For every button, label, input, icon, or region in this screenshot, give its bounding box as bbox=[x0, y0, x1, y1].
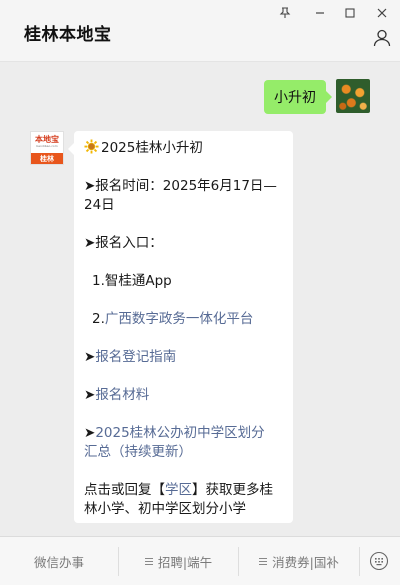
logo-domain: bendibao.com bbox=[36, 144, 58, 148]
incoming-message: 2025桂林小升初 ➤报名时间：2025年6月17日—24日 ➤报名入口： 1.… bbox=[68, 131, 293, 523]
official-account-avatar[interactable]: 本地宝 bendibao.com 桂林 bbox=[30, 131, 64, 165]
guide-line: ➤报名登记指南 bbox=[84, 348, 283, 367]
title-bar: 桂林本地宝 bbox=[0, 0, 400, 62]
menu-label: 招聘|端午 bbox=[157, 555, 213, 570]
message-heading: 2025桂林小升初 bbox=[84, 139, 283, 158]
menu-item-wechat-services[interactable]: 微信办事 bbox=[0, 537, 118, 585]
heading-text: 2025桂林小升初 bbox=[101, 140, 203, 156]
materials-line: ➤报名材料 bbox=[84, 386, 283, 405]
arrow-marker: ➤ bbox=[84, 349, 96, 365]
registration-time: ➤报名时间：2025年6月17日—24日 bbox=[84, 178, 277, 213]
chat-title: 桂林本地宝 bbox=[24, 25, 112, 45]
registration-guide-link[interactable]: 报名登记指南 bbox=[95, 349, 176, 365]
outgoing-message[interactable]: 小升初 bbox=[264, 80, 332, 114]
pin-icon[interactable] bbox=[276, 4, 294, 22]
submenu-icon bbox=[144, 558, 153, 565]
close-icon[interactable] bbox=[373, 4, 391, 22]
menu-item-jobs[interactable]: 招聘|端午 bbox=[119, 537, 238, 585]
footer-text: 点击或回复【学区】获取更多桂林小学、初中学区划分小学 bbox=[84, 481, 283, 519]
entry-item-2: 2.广西数字政务一体化平台 bbox=[84, 310, 283, 329]
school-district-link-continued[interactable]: 汇总（持续更新） bbox=[84, 443, 283, 462]
district-keyword-link[interactable]: 学区 bbox=[165, 482, 192, 498]
registration-materials-link[interactable]: 报名材料 bbox=[95, 387, 149, 403]
maximize-icon[interactable] bbox=[341, 4, 359, 22]
menu-item-coupons[interactable]: 消费券|国补 bbox=[239, 537, 359, 585]
logo-text: 本地宝 bbox=[35, 135, 59, 144]
keyboard-toggle-icon[interactable] bbox=[369, 551, 389, 571]
entry-item-2-number: 2. bbox=[92, 311, 105, 327]
arrow-marker: ➤ bbox=[84, 387, 96, 403]
minimize-icon[interactable] bbox=[311, 4, 329, 22]
footer-prefix: 点击或回复【 bbox=[84, 482, 165, 498]
submenu-icon bbox=[259, 558, 268, 565]
school-district-link[interactable]: 2025桂林公办初中学区划分 bbox=[95, 425, 264, 441]
arrow-marker: ➤ bbox=[84, 425, 96, 441]
official-account-menu: 微信办事 招聘|端午 消费券|国补 bbox=[0, 536, 400, 585]
chat-window: 桂林本地宝 小升初 本地宝 bendibao.com 桂林 2025桂林小升初 … bbox=[0, 0, 400, 585]
logo-city-band: 桂林 bbox=[31, 153, 63, 164]
district-line: ➤2025桂林公办初中学区划分 bbox=[84, 424, 283, 443]
entry-item-1: 1.智桂通App bbox=[92, 273, 172, 289]
menu-divider bbox=[359, 547, 360, 576]
message-list: 小升初 本地宝 bendibao.com 桂林 2025桂林小升初 ➤报名时间：… bbox=[0, 63, 400, 536]
menu-label: 消费券|国补 bbox=[272, 555, 339, 570]
gov-platform-link[interactable]: 广西数字政务一体化平台 bbox=[105, 311, 254, 327]
user-avatar[interactable] bbox=[336, 79, 370, 113]
sunflower-icon bbox=[84, 139, 99, 154]
entry-title: ➤报名入口： bbox=[84, 235, 163, 251]
profile-icon[interactable] bbox=[372, 28, 392, 48]
menu-label: 微信办事 bbox=[33, 555, 84, 570]
